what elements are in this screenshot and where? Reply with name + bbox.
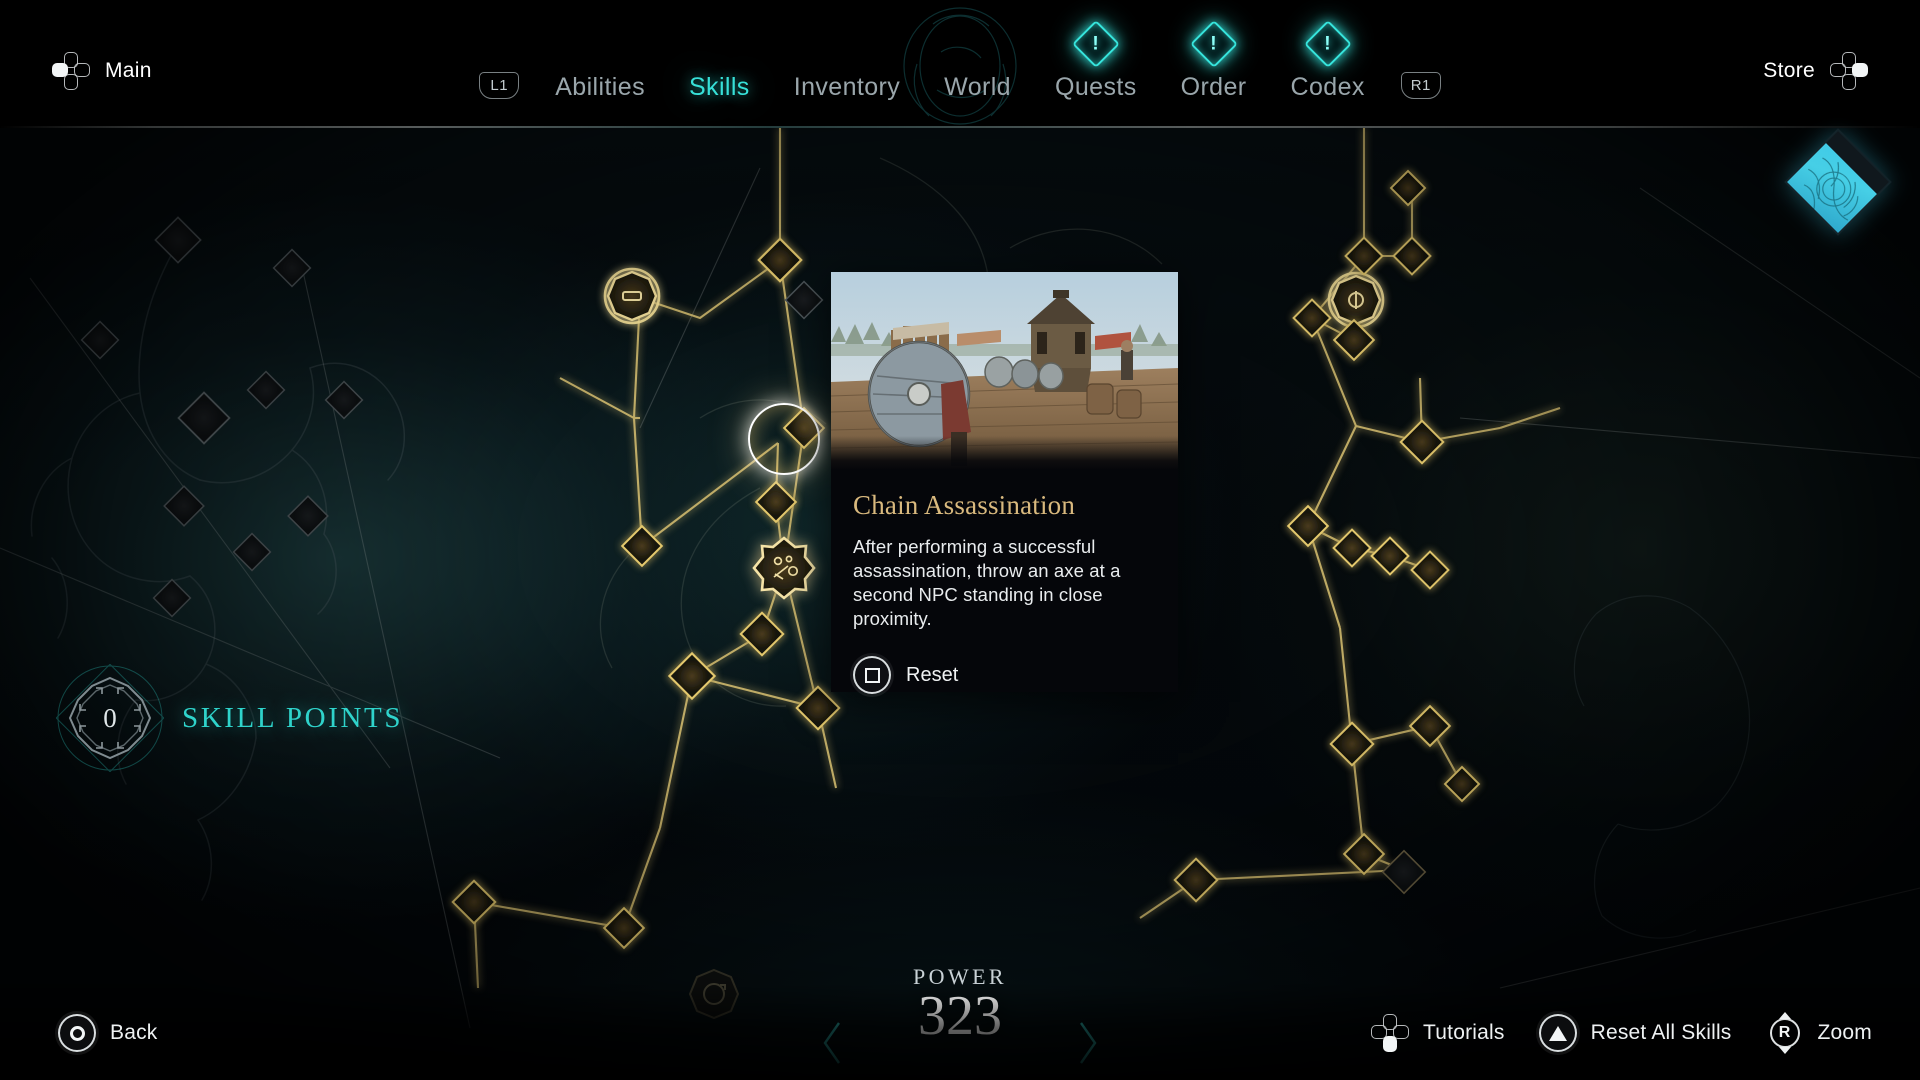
order-badge-glyph: !: [1210, 33, 1217, 55]
back-label: Back: [110, 1021, 158, 1044]
reset-all-skills-button[interactable]: Reset All Skills: [1538, 1014, 1732, 1052]
top-navigation-bar: Main Store L1 Abilities Skills Inventory: [0, 0, 1920, 128]
tab-quests-label: Quests: [1055, 73, 1137, 101]
constellation-figure-right: [1573, 595, 1751, 939]
tab-skills-label: Skills: [688, 73, 750, 101]
tab-inventory[interactable]: Inventory: [772, 75, 922, 100]
tab-order-label: Order: [1180, 73, 1247, 101]
octagon-frame-icon: 0: [55, 663, 165, 773]
tab-abilities[interactable]: Abilities: [533, 75, 667, 100]
playstation-circle-icon: [58, 1014, 96, 1052]
store-button[interactable]: Store: [1763, 52, 1868, 90]
skill-points-label: SKILL POINTS: [182, 701, 404, 734]
playstation-triangle-icon: [1538, 1014, 1577, 1052]
tab-skills[interactable]: Skills: [667, 75, 772, 100]
skill-title: Chain Assassination: [853, 490, 1076, 520]
bumper-right-icon[interactable]: R1: [1400, 72, 1441, 99]
right-stick-icon: R: [1766, 1012, 1804, 1054]
reset-skill-label: Reset: [906, 663, 959, 686]
order-notification-badge: !: [1189, 19, 1238, 69]
zoom-button[interactable]: R Zoom: [1766, 1012, 1872, 1054]
tree-locked-nodes: [80, 216, 1427, 895]
codex-notification-badge: !: [1303, 19, 1352, 69]
reset-all-skills-label: Reset All Skills: [1590, 1021, 1732, 1044]
main-menu-label: Main: [105, 59, 152, 82]
tab-world[interactable]: World: [922, 75, 1033, 100]
main-menu-button[interactable]: Main: [52, 52, 152, 90]
skill-description: After performing a successful assassinat…: [853, 536, 1121, 629]
tree-hub-node: [603, 267, 661, 325]
skill-points-value: 0: [103, 702, 117, 733]
topbar-divider: [0, 126, 1920, 128]
skill-detail-tooltip: Chain Assassination After performing a s…: [831, 272, 1178, 695]
store-label: Store: [1763, 59, 1815, 82]
dpad-left-icon: [52, 52, 90, 90]
quests-notification-badge: !: [1071, 19, 1120, 69]
dpad-right-icon: [1830, 52, 1868, 90]
tree-selected-node: [752, 536, 816, 600]
tree-hub-node-right: [1327, 271, 1385, 329]
zoom-label: Zoom: [1817, 1021, 1872, 1044]
tab-list: L1 Abilities Skills Inventory World ! Qu…: [465, 19, 1455, 128]
playstation-square-icon: [853, 656, 891, 695]
selected-node-ring: [748, 403, 820, 475]
tree-active-links-right: [1139, 128, 1561, 919]
tab-quests[interactable]: ! Quests: [1033, 19, 1159, 101]
dpad-down-icon: [1371, 1014, 1410, 1052]
bumper-left-icon[interactable]: L1: [479, 72, 520, 99]
footer-hints: Tutorials Reset All Skills R Zoom: [1371, 1012, 1872, 1054]
skills-screen: Chain Assassination After performing a s…: [0, 0, 1920, 1080]
tab-abilities-label: Abilities: [555, 73, 645, 101]
quests-badge-glyph: !: [1092, 33, 1100, 55]
skill-preview-image: [831, 272, 1178, 470]
tab-codex[interactable]: ! Codex: [1269, 19, 1387, 101]
tutorials-button[interactable]: Tutorials: [1371, 1014, 1505, 1052]
tab-codex-label: Codex: [1290, 73, 1365, 101]
tooltip-body: Chain Assassination After performing a s…: [831, 470, 1178, 695]
tab-bar: L1 Abilities Skills Inventory World ! Qu…: [0, 0, 1920, 128]
tutorials-label: Tutorials: [1423, 1021, 1505, 1044]
tab-world-label: World: [944, 73, 1011, 101]
skill-points-indicator: 0 SKILL POINTS: [55, 663, 404, 773]
tab-inventory-label: Inventory: [793, 73, 901, 101]
back-button[interactable]: Back: [58, 1014, 158, 1052]
reset-skill-button[interactable]: Reset: [853, 656, 1156, 695]
bottom-action-bar: Back Tutorials Reset All Skills R Zoom: [0, 984, 1920, 1080]
tab-order[interactable]: ! Order: [1159, 19, 1269, 101]
codex-badge-glyph: !: [1324, 33, 1332, 55]
